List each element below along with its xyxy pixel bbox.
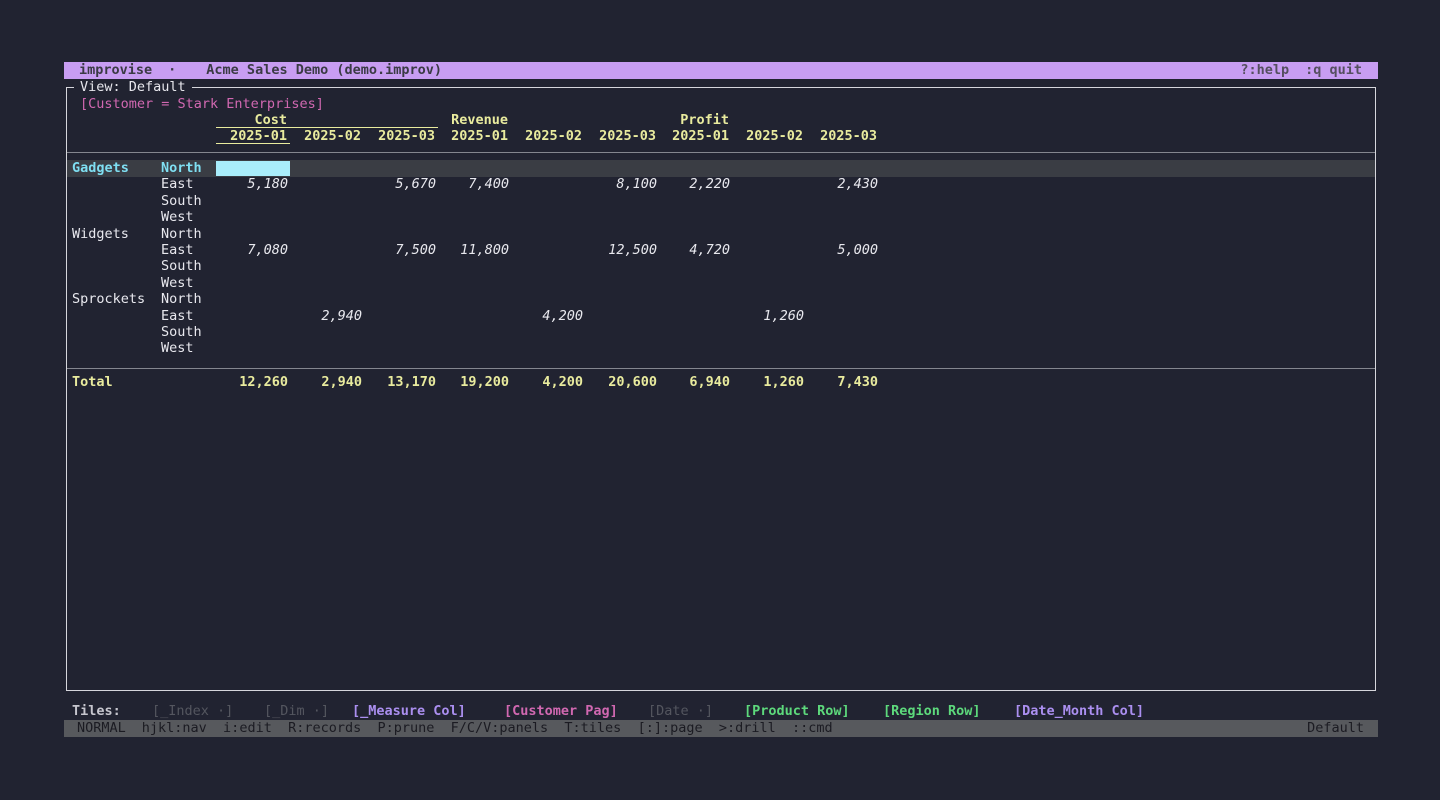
cell-value[interactable]: 4,720 [658, 242, 732, 259]
month-header[interactable]: 2025-02 [511, 128, 585, 145]
month-header[interactable]: 2025-02 [732, 128, 806, 145]
region-label: South [161, 193, 202, 210]
cell-value[interactable]: 1,260 [732, 308, 806, 325]
tile-measure[interactable]: [_Measure Col] [352, 703, 466, 720]
cell-value[interactable]: 7,500 [364, 242, 438, 259]
tiles-label: Tiles: [72, 703, 121, 720]
table-row[interactable]: West [67, 340, 1375, 357]
month-header[interactable]: 2025-03 [364, 128, 438, 145]
quit-hint: :q quit [1305, 62, 1362, 78]
help-hint: ?:help [1240, 62, 1289, 78]
tile-product[interactable]: [Product Row] [744, 703, 850, 720]
product-label: Sprockets [72, 291, 145, 308]
cell-value[interactable]: 5,180 [216, 176, 290, 193]
table-row[interactable]: South [67, 258, 1375, 275]
tile-dim[interactable]: [_Dim ·] [264, 703, 329, 720]
cell-value[interactable]: 2,430 [806, 176, 880, 193]
cell-value[interactable]: 8,100 [585, 176, 659, 193]
selected-column-underline [216, 143, 290, 144]
month-header[interactable]: 2025-01 [437, 128, 511, 145]
measure-header-row: Cost Revenue Profit [67, 112, 1375, 129]
product-label: Widgets [72, 226, 129, 243]
terminal: improvise·Acme Sales Demo (demo.improv) … [64, 62, 1378, 737]
tiles-bar: Tiles: [_Index ·] [_Dim ·] [_Measure Col… [64, 703, 1378, 720]
tile-index[interactable]: [_Index ·] [152, 703, 233, 720]
region-label: East [161, 242, 194, 259]
cell-value[interactable]: 4,200 [511, 308, 585, 325]
month-header[interactable]: 2025-01 [658, 128, 732, 145]
region-label: South [161, 324, 202, 341]
product-label: Gadgets [72, 160, 129, 177]
region-label: West [161, 209, 194, 226]
table-row[interactable]: Widgets North [67, 226, 1375, 243]
titlebar-hints: ?:help :q quit [1224, 62, 1362, 79]
header-separator [67, 152, 1375, 153]
region-label: East [161, 176, 194, 193]
region-label: South [161, 258, 202, 275]
table-row[interactable]: South [67, 324, 1375, 341]
separator-dot: · [168, 62, 176, 78]
table-row[interactable]: East 5,180 5,670 7,400 8,100 2,220 2,430 [67, 176, 1375, 193]
month-header[interactable]: 2025-02 [290, 128, 364, 145]
view-title: View: Default [74, 79, 192, 95]
tile-region[interactable]: [Region Row] [883, 703, 981, 720]
month-header[interactable]: 2025-03 [806, 128, 880, 145]
total-value: 12,260 [216, 374, 290, 391]
table-row[interactable]: South [67, 193, 1375, 210]
region-label: West [161, 275, 194, 292]
month-header[interactable]: 2025-03 [585, 128, 659, 145]
total-value: 13,170 [364, 374, 438, 391]
keybind-hints: hjkl:nav i:edit R:records P:prune F/C/V:… [142, 720, 833, 736]
tile-date[interactable]: [Date ·] [648, 703, 713, 720]
cell-value[interactable]: 5,670 [364, 176, 438, 193]
cell-value[interactable]: 7,400 [437, 176, 511, 193]
app-name: improvise [79, 62, 152, 78]
cell-value[interactable]: 2,220 [658, 176, 732, 193]
region-label: North [161, 291, 202, 308]
tile-customer[interactable]: [Customer Pag] [504, 703, 618, 720]
titlebar: improvise·Acme Sales Demo (demo.improv) … [64, 62, 1378, 79]
total-value: 20,600 [585, 374, 659, 391]
cell-value[interactable]: 5,000 [806, 242, 880, 259]
table-row[interactable]: East 7,080 7,500 11,800 12,500 4,720 5,0… [67, 242, 1375, 259]
tile-date-month[interactable]: [Date_Month Col] [1014, 703, 1144, 720]
total-value: 6,940 [658, 374, 732, 391]
region-label: North [161, 160, 202, 177]
total-separator [67, 368, 1375, 369]
region-label: East [161, 308, 194, 325]
cell-value[interactable]: 2,940 [290, 308, 364, 325]
total-row: Total 12,260 2,940 13,170 19,200 4,200 2… [67, 374, 1375, 391]
status-bar: NORMAL hjkl:nav i:edit R:records P:prune … [64, 720, 1378, 737]
region-label: West [161, 340, 194, 357]
total-value: 2,940 [290, 374, 364, 391]
total-value: 1,260 [732, 374, 806, 391]
cell-value[interactable]: 11,800 [437, 242, 511, 259]
table-row[interactable]: Sprockets North [67, 291, 1375, 308]
total-label: Total [72, 374, 113, 391]
total-value: 4,200 [511, 374, 585, 391]
filter-chip[interactable]: [Customer = Stark Enterprises] [80, 96, 324, 112]
total-value: 19,200 [437, 374, 511, 391]
measure-label-profit[interactable]: Profit [658, 112, 732, 129]
table-row[interactable]: East 2,940 4,200 1,260 [67, 308, 1375, 325]
mode-badge: NORMAL [77, 720, 126, 736]
total-value: 7,430 [806, 374, 880, 391]
cell-value[interactable]: 7,080 [216, 242, 290, 259]
month-header-row: 2025-01 2025-02 2025-03 2025-01 2025-02 … [67, 128, 1375, 145]
file-title: Acme Sales Demo (demo.improv) [206, 62, 442, 78]
table-row[interactable]: West [67, 209, 1375, 226]
cell-value[interactable]: 12,500 [585, 242, 659, 259]
measure-label-revenue[interactable]: Revenue [437, 112, 511, 129]
selected-cell[interactable] [216, 161, 290, 176]
status-view-name: Default [1307, 720, 1364, 737]
region-label: North [161, 226, 202, 243]
table-row[interactable]: Gadgets North [67, 160, 1375, 177]
table-row[interactable]: West [67, 275, 1375, 292]
